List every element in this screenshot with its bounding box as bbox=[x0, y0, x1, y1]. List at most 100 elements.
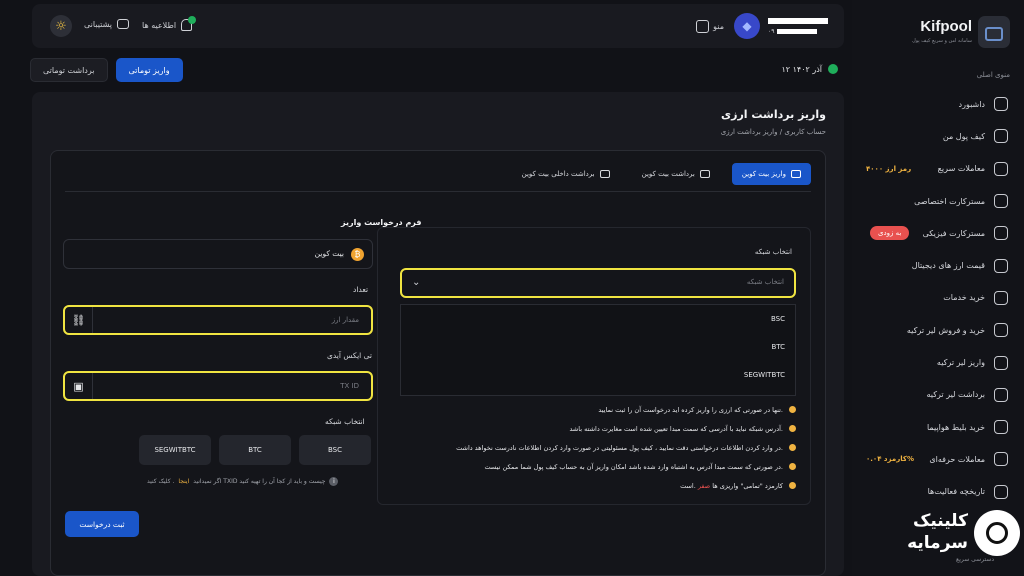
bullet-icon bbox=[789, 444, 796, 451]
bullet-icon bbox=[789, 425, 796, 432]
amount-label: تعداد bbox=[353, 285, 369, 294]
sidebar-item-label: برداشت لیر ترکیه bbox=[926, 390, 986, 400]
txid-placeholder: TX ID bbox=[340, 382, 359, 390]
network-chips: BSC BTC SEGWITBTC bbox=[139, 435, 371, 465]
tab-auto-deposit[interactable]: واریز توماتی bbox=[115, 58, 183, 82]
sidebar-item-lira-trade[interactable]: خرید و فروش لیر ترکیه bbox=[852, 314, 1024, 346]
watermark-line1: کلینیک bbox=[912, 511, 968, 531]
fee-note-highlight: صفر bbox=[697, 481, 711, 490]
list-item: آدرس شبکه نباید با آدرسی که سمت مبدا تعی… bbox=[386, 419, 796, 438]
sidebar-item-label: معاملات سریع bbox=[937, 164, 985, 174]
list-item: در صورتی که سمت مبدا آدرس به اشتباه وارد… bbox=[386, 457, 796, 476]
pro-fee-badge: کارمزد ۰.۰۴% bbox=[866, 455, 914, 464]
bell-icon bbox=[181, 16, 197, 31]
sidebar-item-dashboard[interactable]: داشبورد bbox=[852, 88, 1024, 120]
fast-trades-badge: ۴۰۰۰ رمز ارز bbox=[866, 164, 912, 173]
tab-deposit-btc[interactable]: واریز بیت کوین bbox=[731, 163, 811, 185]
main-panel: واریز برداشت ارزی حساب کاربری / واریز بر… bbox=[32, 92, 844, 576]
transfer-tabs: واریز بیت کوین برداشت بیت کوین برداشت دا… bbox=[512, 163, 811, 185]
menu-label: منو bbox=[713, 21, 724, 31]
tab-withdraw-btc[interactable]: برداشت بیت کوین bbox=[632, 163, 720, 185]
sidebar-item-label: معاملات حرفه‌ای bbox=[929, 454, 985, 464]
sidebar-item-pro-trades[interactable]: کارمزد ۰.۰۴% معاملات حرفه‌ای bbox=[852, 443, 1024, 475]
tab-internal-withdraw[interactable]: برداشت داخلی بیت کوین bbox=[512, 163, 620, 185]
amount-placeholder: مقدار ارز bbox=[331, 316, 359, 324]
fee-note: است. صفر کارمزد "تمامی" واریزی ها bbox=[386, 476, 796, 495]
avatar[interactable]: ◆ bbox=[734, 13, 760, 39]
brand-name: Kifpool bbox=[920, 18, 972, 35]
menu-title: منوی اصلی bbox=[976, 71, 1010, 79]
support-link[interactable]: پشتیبانی bbox=[84, 19, 129, 29]
currency-select[interactable]: بیت کوین ₿ bbox=[63, 239, 373, 269]
hint-after: کلیک کنید . bbox=[147, 478, 175, 485]
sidebar-item-flight-ticket[interactable]: خرید بلیط هواپیما bbox=[852, 411, 1024, 443]
sidebar-item-label: واریز لیر ترکیه bbox=[936, 358, 985, 368]
sidebar-item-label: مسترکارت فیزیکی bbox=[922, 228, 985, 238]
wallet-icon bbox=[994, 129, 1008, 144]
fee-note-after: است. bbox=[680, 481, 696, 490]
note-text: در صورتی که سمت مبدا آدرس به اشتباه وارد… bbox=[484, 462, 783, 471]
breadcrumb-separator: / bbox=[779, 128, 783, 136]
network-chip-segwitbtc[interactable]: SEGWITBTC bbox=[139, 435, 211, 465]
redacted-username bbox=[768, 17, 828, 24]
network-select[interactable]: انتخاب شبکه ⌄ bbox=[400, 268, 796, 298]
submit-request-button[interactable]: ثبت درخواست bbox=[65, 511, 139, 537]
network-option-btc[interactable]: BTC bbox=[401, 333, 795, 361]
user-info: ۰۹ bbox=[768, 17, 828, 35]
watermark-text: کلینیک سرمایه bbox=[907, 510, 968, 554]
user-phone-suffix: ۰۹ bbox=[768, 27, 775, 35]
hint-link[interactable]: اینجا bbox=[178, 478, 189, 485]
sidebar-item-wallet[interactable]: کیف پول من bbox=[852, 120, 1024, 152]
notification-dot bbox=[188, 16, 197, 24]
sidebar-item-physical-mastercard[interactable]: به زودی مسترکارت فیزیکی bbox=[852, 217, 1024, 249]
sidebar: Kifpool سامانه امن و سریع کیف پول منوی ا… bbox=[852, 0, 1024, 576]
network-option-bsc[interactable]: BSC bbox=[401, 305, 795, 333]
chart-icon bbox=[994, 452, 1008, 467]
tab-label: واریز بیت کوین bbox=[741, 170, 786, 178]
sidebar-item-fast-trades[interactable]: ۴۰۰۰ رمز ارز معاملات سریع bbox=[852, 153, 1024, 185]
sidebar-item-lira-deposit[interactable]: واریز لیر ترکیه bbox=[852, 346, 1024, 378]
bitcoin-icon: ₿ bbox=[351, 248, 364, 261]
txid-help: کلیک کنید . اینجا اگر نمیدانید TXID چیست… bbox=[147, 477, 339, 486]
form-network-label: انتخاب شبکه bbox=[325, 417, 365, 426]
network-chip-btc[interactable]: BTC bbox=[219, 435, 291, 465]
tab-label: برداشت داخلی بیت کوین bbox=[521, 170, 595, 178]
page-title: واریز برداشت ارزی bbox=[721, 108, 826, 121]
id-card-icon: ▣ bbox=[65, 373, 93, 399]
wallet-logo-icon bbox=[978, 16, 1010, 48]
divider bbox=[65, 191, 811, 192]
list-item: تنها در صورتی که ارزی را واریز کرده اید … bbox=[386, 400, 796, 419]
watermark-line2: سرمایه bbox=[907, 533, 968, 553]
notes-list: تنها در صورتی که ارزی را واریز کرده اید … bbox=[386, 400, 796, 495]
history-icon bbox=[994, 484, 1008, 499]
sidebar-item-crypto-prices[interactable]: قیمت ارز های دیجیتال bbox=[852, 249, 1024, 281]
sidebar-item-buy-services[interactable]: خرید خدمات bbox=[852, 282, 1024, 314]
network-option-segwitbtc[interactable]: SEGWITBTC bbox=[401, 361, 795, 389]
coming-soon-badge: به زودی bbox=[870, 226, 910, 241]
amount-input[interactable]: مقدار ارز ⛓ bbox=[63, 305, 373, 335]
tab-auto-withdraw[interactable]: برداشت توماتی bbox=[30, 58, 108, 82]
bullet-icon bbox=[789, 463, 796, 470]
wallet-transfer-icon bbox=[599, 170, 610, 178]
sidebar-item-private-mastercard[interactable]: مسترکارت اختصاصی bbox=[852, 185, 1024, 217]
txid-label: تی ایکس آیدی bbox=[327, 351, 372, 360]
tab-label: برداشت بیت کوین bbox=[641, 170, 695, 178]
txid-input[interactable]: TX ID ▣ bbox=[63, 371, 373, 401]
network-chip-bsc[interactable]: BSC bbox=[299, 435, 371, 465]
network-section: انتخاب شبکه انتخاب شبکه ⌄ BSC BTC SEGWIT… bbox=[377, 227, 811, 505]
notifications-link[interactable]: اطلاعیه ها bbox=[142, 16, 197, 31]
user-menu[interactable]: منو ◆ ۰۹ bbox=[692, 13, 828, 39]
note-text: در وارد کردن اطلاعات درخواستی دقت نمایید… bbox=[456, 443, 783, 452]
theme-toggle-button[interactable]: ☼ bbox=[50, 15, 72, 37]
brand-logo[interactable]: Kifpool سامانه امن و سریع کیف پول bbox=[880, 14, 1010, 50]
wallet-in-icon bbox=[791, 170, 801, 178]
sidebar-item-label: خرید بلیط هواپیما bbox=[926, 422, 985, 432]
breadcrumb-home[interactable]: حساب کاربری bbox=[784, 128, 826, 136]
sidebar-item-label: داشبورد bbox=[958, 99, 985, 109]
sidebar-item-label: تاریخچه فعالیت‌ها bbox=[927, 487, 985, 497]
currency-value: بیت کوین bbox=[314, 249, 344, 258]
note-text: تنها در صورتی که ارزی را واریز کرده اید … bbox=[598, 405, 783, 414]
sidebar-item-lira-withdraw[interactable]: برداشت لیر ترکیه bbox=[852, 379, 1024, 411]
breadcrumb-current: واریز برداشت ارزی bbox=[720, 128, 778, 136]
redacted-phone bbox=[777, 28, 818, 34]
